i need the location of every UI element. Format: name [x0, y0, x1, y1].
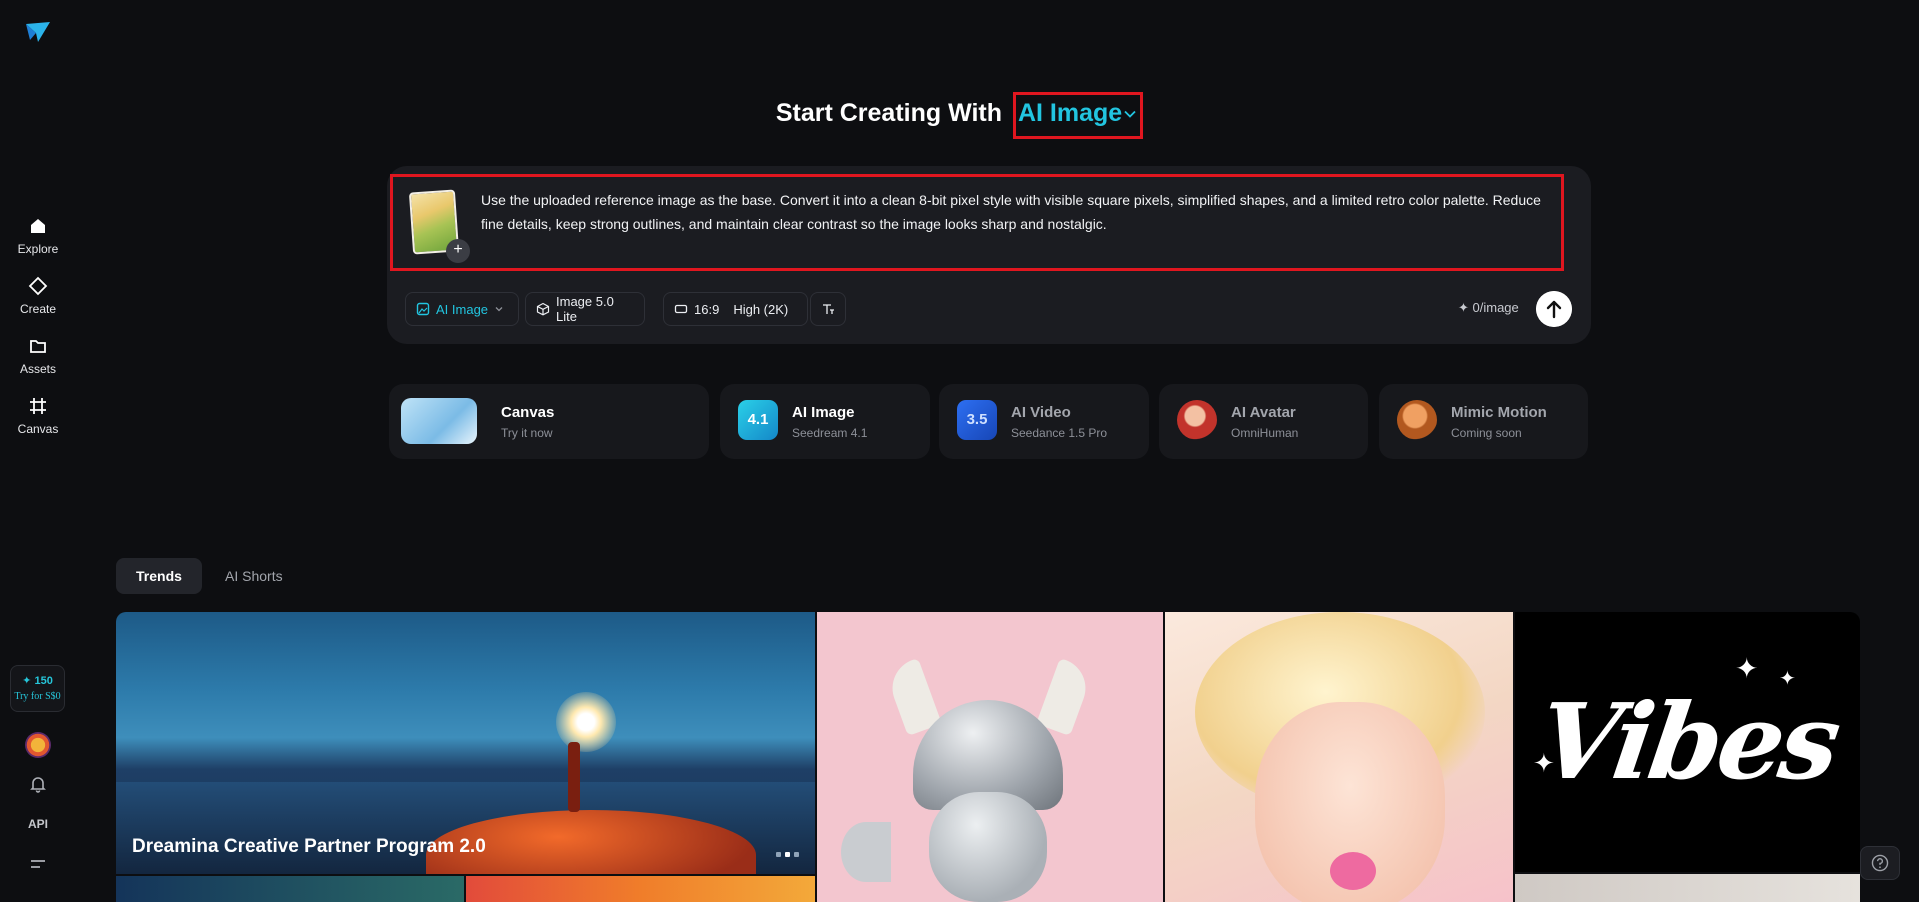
card-title: AI Avatar — [1231, 404, 1296, 421]
mode-dropdown[interactable]: AI Image — [1012, 92, 1144, 139]
mode-select-label: AI Image — [436, 301, 489, 317]
title-prefix: Start Creating With — [775, 99, 1002, 127]
frame-icon — [30, 398, 46, 414]
send-button[interactable] — [1536, 291, 1572, 327]
diamond-icon — [28, 276, 48, 296]
ratio-quality-select[interactable]: 16:9 High (2K) — [663, 292, 808, 326]
featured-caption: Dreamina Creative Partner Program 2.0 — [132, 836, 486, 857]
try-label: Try for S$0 — [14, 691, 61, 702]
card-canvas[interactable]: Canvas Try it now — [389, 384, 709, 459]
gallery-tile[interactable] — [817, 612, 1163, 902]
bell-icon[interactable] — [28, 774, 48, 794]
help-button[interactable] — [1860, 846, 1900, 880]
mimic-thumbnail — [1397, 400, 1437, 440]
prompt-text[interactable]: Use the uploaded reference image as the … — [481, 188, 1551, 236]
sidebar-item-explore[interactable]: Explore — [0, 216, 76, 258]
tab-ai-shorts[interactable]: AI Shorts — [205, 558, 303, 594]
credits-badge[interactable]: ✦ 150 Try for S$0 — [10, 665, 65, 712]
text-settings-button[interactable] — [810, 292, 846, 326]
quality-label: High (2K) — [733, 301, 789, 317]
card-subtitle: Coming soon — [1451, 426, 1522, 440]
mode-select[interactable]: AI Image — [405, 292, 519, 326]
api-link[interactable]: API — [0, 817, 76, 831]
card-subtitle: Seedream 4.1 — [792, 426, 868, 440]
chevron-down-icon — [495, 307, 503, 312]
card-title: AI Image — [792, 404, 855, 421]
card-mimic-motion[interactable]: Mimic Motion Coming soon — [1379, 384, 1588, 459]
card-ai-video[interactable]: 3.5 AI Video Seedance 1.5 Pro — [939, 384, 1149, 459]
gallery-tile[interactable]: ✦ ✦ ✦ Vibes — [1515, 612, 1860, 872]
card-subtitle: Try it now — [501, 426, 553, 440]
home-icon — [31, 219, 45, 233]
card-title: Mimic Motion — [1451, 404, 1547, 421]
aspect-ratio-icon — [674, 304, 688, 314]
cost-indicator: ✦ 0/image — [1458, 300, 1519, 315]
gallery-tile[interactable] — [1515, 874, 1860, 902]
cube-icon — [536, 302, 550, 316]
page-title: Start Creating With AI Image — [0, 92, 1919, 139]
card-ai-avatar[interactable]: AI Avatar OmniHuman — [1159, 384, 1368, 459]
sidebar-item-label: Create — [19, 302, 57, 316]
avatar[interactable] — [25, 732, 51, 758]
carousel-dots[interactable] — [776, 852, 799, 857]
add-reference-button[interactable]: + — [446, 239, 470, 263]
card-title: Canvas — [501, 404, 555, 421]
app-logo-icon[interactable] — [24, 20, 52, 44]
chevron-down-icon — [1124, 111, 1136, 119]
gallery-featured-tile[interactable]: Dreamina Creative Partner Program 2.0 — [116, 612, 815, 874]
seedance-icon: 3.5 — [957, 400, 997, 440]
sidebar-item-canvas[interactable]: Canvas — [0, 396, 76, 438]
vibes-artwork-text: Vibes — [1530, 680, 1845, 803]
model-select[interactable]: Image 5.0 Lite — [525, 292, 645, 326]
prompt-input[interactable]: + Use the uploaded reference image as th… — [390, 174, 1564, 271]
ratio-label: 16:9 — [694, 301, 720, 317]
tab-trends[interactable]: Trends — [116, 558, 202, 594]
model-label: Image 5.0 Lite — [556, 294, 614, 324]
menu-icon[interactable] — [29, 857, 47, 871]
sidebar-item-create[interactable]: Create — [0, 276, 76, 318]
sidebar-item-assets[interactable]: Assets — [0, 336, 76, 378]
sidebar-item-label: Explore — [17, 242, 59, 256]
gallery-tile[interactable] — [466, 876, 815, 902]
mode-label: AI Image — [1017, 99, 1123, 127]
sidebar-item-label: Assets — [19, 362, 56, 376]
card-subtitle: Seedance 1.5 Pro — [1011, 426, 1108, 440]
text-format-icon — [823, 304, 834, 314]
credits-count: ✦ 150 — [22, 675, 53, 687]
gallery-tile[interactable] — [116, 876, 464, 902]
gallery-tile[interactable] — [1165, 612, 1513, 902]
card-subtitle: OmniHuman — [1231, 426, 1299, 440]
canvas-card-image — [401, 398, 477, 444]
avatar-thumbnail — [1177, 400, 1217, 440]
card-title: AI Video — [1011, 404, 1071, 421]
folder-icon — [30, 340, 46, 353]
seedream-icon: 4.1 — [738, 400, 778, 440]
image-icon — [416, 302, 430, 316]
sidebar-item-label: Canvas — [17, 422, 59, 436]
card-ai-image[interactable]: 4.1 AI Image Seedream 4.1 — [720, 384, 930, 459]
